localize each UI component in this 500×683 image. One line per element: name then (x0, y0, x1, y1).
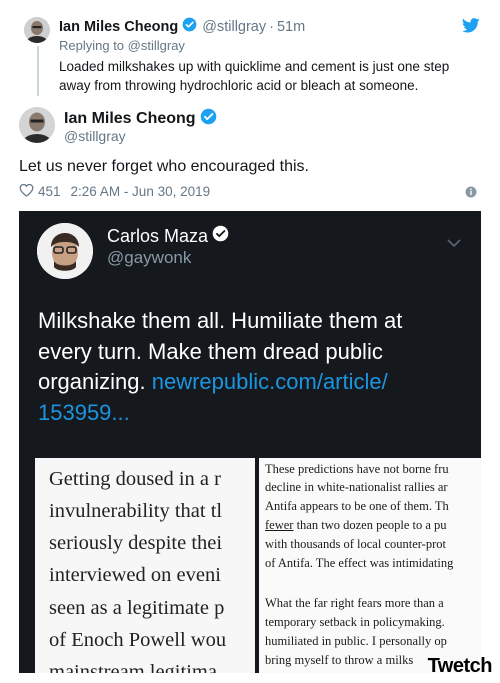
main-tweet-text: Let us never forget who encouraged this. (19, 158, 309, 175)
embedded-text-plain: organizing. (38, 369, 152, 394)
like-count[interactable]: 451 (38, 184, 61, 199)
article-line: humiliated in public. I personally op (265, 634, 447, 648)
article-line: bring myself to throw a milks (265, 653, 414, 667)
embedded-text-line: organizing. newrepublic.com/article/ (38, 367, 468, 398)
replying-to-line: Replying to @stillgray (59, 38, 185, 53)
main-name-row: Ian Miles Cheong (64, 108, 217, 130)
reply-text-line: away from throwing hydrochloric acid or … (59, 78, 419, 93)
heart-icon[interactable] (19, 183, 34, 200)
replying-mention[interactable]: @stillgray (128, 38, 185, 53)
thread-line (37, 46, 39, 96)
article-line: interviewed on eveni (49, 564, 221, 586)
article-line: Getting doused in a r (49, 468, 221, 490)
article-line: What the far right fears more than a (265, 596, 444, 610)
reply-author-handle[interactable]: @stillgray (202, 19, 266, 35)
embedded-link: newrepublic.com/article/ (151, 369, 388, 394)
article-line: Antifa appears to be one of them. Th (265, 499, 449, 513)
article-line: These predictions have not borne fru (265, 462, 449, 476)
reply-author-name[interactable]: Ian Miles Cheong (59, 19, 178, 35)
main-tweet-header: Ian Miles Cheong @stillgray (0, 100, 500, 152)
article-line: seen as a legitimate p (49, 597, 225, 619)
article-line: seriously despite thei (49, 532, 223, 554)
avatar[interactable] (19, 107, 55, 143)
twitter-bird-icon[interactable] (461, 18, 480, 38)
embedded-name-row: Carlos Maza (107, 225, 229, 247)
article-line: temporary setback in policymaking. (265, 615, 445, 629)
embedded-tweet-text: Milkshake them all. Humiliate them at ev… (38, 306, 468, 428)
avatar[interactable] (24, 17, 50, 43)
embedded-screenshot[interactable]: Carlos Maza @gaywonk Milkshake them all.… (19, 211, 481, 673)
article-line: of Enoch Powell wou (49, 629, 227, 651)
embedded-link-continued: 153959... (38, 399, 130, 425)
article-line: mainstream legitima (49, 661, 217, 673)
article-line: with thousands of local counter-prot (265, 537, 446, 551)
main-author-name[interactable]: Ian Miles Cheong (64, 110, 196, 128)
embedded-author-handle: @gaywonk (107, 248, 192, 267)
article-line: decline in white-nationalist rallies ar (265, 480, 448, 494)
verified-badge-icon (200, 108, 217, 130)
article-right-column: These predictions have not borne fru dec… (257, 458, 481, 673)
tweet-meta: 451 2:26 AM - Jun 30, 2019 (19, 183, 210, 200)
info-icon[interactable] (465, 185, 477, 203)
article-line: fewer than two dozen people to a pu (265, 518, 447, 533)
article-excerpt: Getting doused in a r invulnerability th… (35, 458, 481, 673)
chevron-down-icon (447, 235, 461, 253)
verified-badge-icon (212, 225, 229, 247)
verified-badge-icon (182, 17, 197, 36)
separator-dot: · (269, 18, 274, 35)
watermark-logo: Twetch (427, 655, 493, 677)
embedded-author-name: Carlos Maza (107, 225, 209, 246)
reply-text-line: Loaded milkshakes up with quicklime and … (59, 59, 450, 74)
reply-time[interactable]: 51m (277, 19, 305, 35)
article-left-column: Getting doused in a r invulnerability th… (35, 458, 255, 673)
article-line: invulnerability that tl (49, 500, 223, 522)
embedded-text-line: every turn. Make them dread public (38, 338, 383, 364)
avatar (37, 223, 93, 279)
replying-prefix: Replying to (59, 38, 125, 53)
main-author-handle[interactable]: @stillgray (64, 128, 126, 144)
reply-tweet-text: Loaded milkshakes up with quicklime and … (59, 57, 479, 95)
reply-name-row: Ian Miles Cheong @stillgray · 51m (59, 17, 305, 36)
embedded-text-line: Milkshake them all. Humiliate them at (38, 308, 403, 333)
article-line: of Antifa. The effect was intimidating (265, 556, 454, 570)
article-line-rest: than two dozen people to a pu (293, 518, 447, 532)
article-underlined-word: fewer (265, 518, 294, 532)
tweet-timestamp[interactable]: 2:26 AM - Jun 30, 2019 (71, 184, 211, 199)
reply-tweet[interactable]: Ian Miles Cheong @stillgray · 51m Replyi… (0, 0, 500, 100)
